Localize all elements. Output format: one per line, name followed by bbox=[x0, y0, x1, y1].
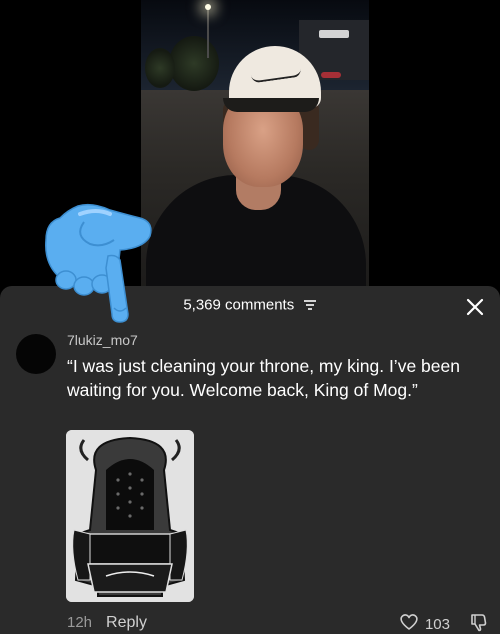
comment-time: 12h bbox=[67, 614, 93, 631]
heart-icon[interactable] bbox=[399, 613, 419, 634]
throne-image[interactable] bbox=[66, 430, 194, 602]
backhand-index-pointing-down-icon bbox=[40, 196, 160, 324]
avatar[interactable] bbox=[16, 334, 56, 374]
like-count: 103 bbox=[424, 615, 450, 633]
comment-text: “I was just cleaning your throne, my kin… bbox=[67, 356, 460, 400]
cap-brim bbox=[223, 98, 319, 112]
video-car-light bbox=[321, 72, 341, 78]
comment-meta: 12h Reply bbox=[67, 614, 147, 632]
filter-icon[interactable] bbox=[303, 298, 317, 310]
video-player[interactable] bbox=[141, 0, 369, 290]
video-lamp bbox=[205, 4, 211, 10]
video-tree bbox=[169, 36, 219, 91]
dislike-icon[interactable] bbox=[468, 612, 488, 632]
comments-sheet: 5,369 comments 7lukiz_mo7 “I was just cl… bbox=[0, 286, 500, 634]
video-tree bbox=[145, 48, 175, 88]
video-sign bbox=[319, 30, 349, 38]
reply-button[interactable]: Reply bbox=[106, 614, 147, 631]
like-button[interactable]: 103 bbox=[399, 613, 450, 634]
close-icon[interactable] bbox=[464, 296, 486, 318]
comment-username[interactable]: 7lukiz_mo7 bbox=[67, 332, 138, 348]
comments-count: 5,369 comments bbox=[183, 296, 295, 314]
video-lamp-pole bbox=[207, 8, 209, 58]
